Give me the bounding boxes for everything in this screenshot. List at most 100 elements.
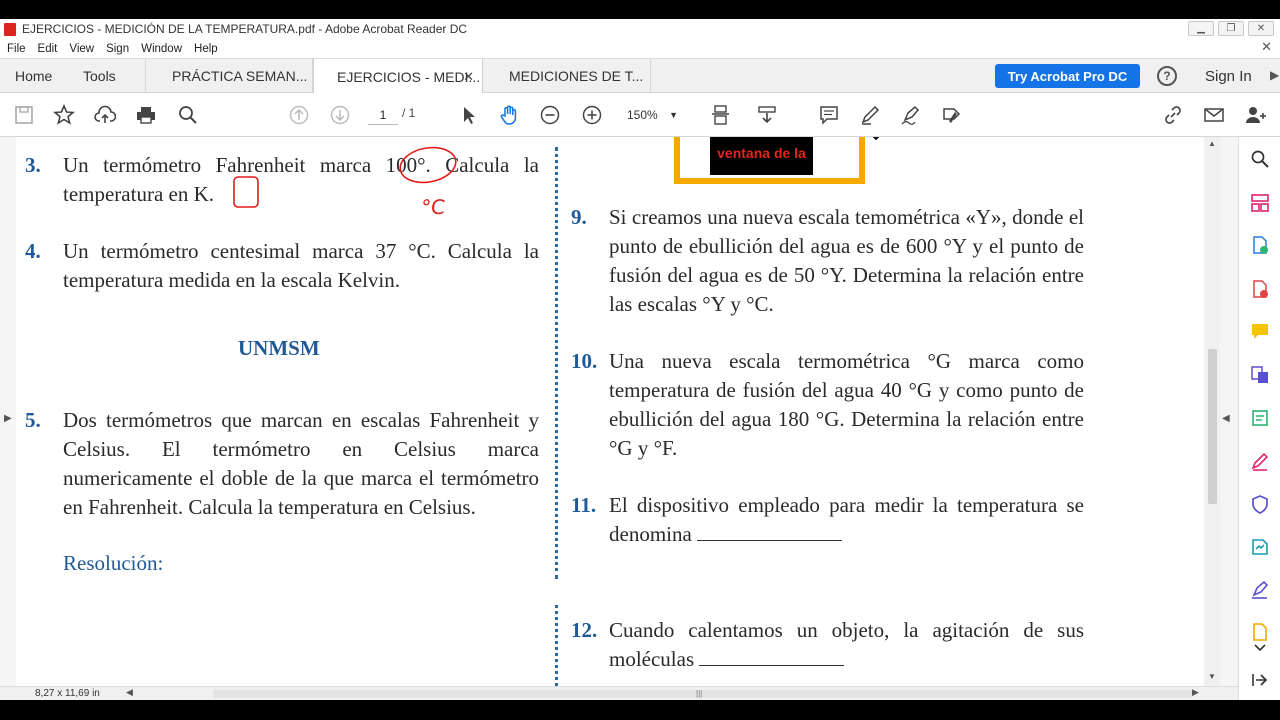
column-divider (555, 147, 558, 579)
scroll-thumb[interactable] (1208, 349, 1217, 504)
select-cursor-icon[interactable] (456, 103, 480, 127)
upload-cloud-icon[interactable] (93, 103, 117, 127)
tab-ejercicios[interactable]: EJERCICIOS - MEDI... ✕ (313, 59, 483, 94)
page-total: / 1 (402, 106, 416, 120)
save-icon[interactable] (12, 103, 36, 127)
menu-help[interactable]: Help (194, 43, 218, 55)
chevron-down-icon[interactable] (1249, 637, 1271, 659)
next-page-icon[interactable] (328, 103, 352, 127)
search-zoom-icon[interactable] (176, 103, 200, 127)
answer-blank (697, 523, 843, 541)
organize-pages-icon[interactable] (1249, 192, 1271, 214)
menu-view[interactable]: View (69, 43, 94, 55)
right-tools-panel (1238, 137, 1280, 700)
question-4: 4. Un termómetro centesimal marca 37 °C.… (25, 237, 539, 295)
optimize-pdf-icon[interactable] (1249, 536, 1271, 558)
comment-tool-icon[interactable] (1249, 320, 1271, 342)
question-number: 11. (571, 493, 597, 517)
export-pdf-icon[interactable] (1249, 278, 1271, 300)
page-size: 8,27 x 11,69 in (35, 688, 100, 699)
add-user-icon[interactable] (1243, 103, 1267, 127)
close-document-icon[interactable]: ✕ (1261, 39, 1272, 55)
print-icon[interactable] (134, 103, 158, 127)
question-number: 4. (25, 239, 41, 263)
tab-bar: Home Tools PRÁCTICA SEMAN... EJERCICIOS … (0, 58, 1280, 94)
question-text: Cuando calentamos un objeto, la agitació… (609, 616, 1084, 674)
combine-files-icon[interactable] (1249, 364, 1271, 386)
tab-scroll-right-icon[interactable]: ▶ (1270, 68, 1279, 82)
try-acrobat-pro-button[interactable]: Try Acrobat Pro DC (995, 64, 1140, 88)
chevron-down-icon: ▼ (669, 110, 678, 120)
toolbar: 1 / 1 150% ▼ (0, 93, 1280, 137)
fill-sign-icon[interactable] (940, 103, 964, 127)
tab-tools[interactable]: Tools (83, 59, 116, 93)
question-11: 11. El dispositivo empleado para medir l… (571, 491, 1084, 549)
left-panel-toggle[interactable]: ▶ (0, 137, 16, 686)
question-text-content: Cuando calentamos un objeto, la agitació… (609, 618, 1084, 671)
collapse-panel-icon[interactable] (1249, 669, 1271, 691)
page-number-input[interactable]: 1 (368, 105, 398, 125)
menu-window[interactable]: Window (141, 43, 182, 55)
title-bar: EJERCICIOS - MEDICIÓN DE LA TEMPERATURA.… (0, 19, 1280, 39)
status-bar: 8,27 x 11,69 in ◀ ||| ▶ (0, 686, 1238, 700)
tab-practica[interactable]: PRÁCTICA SEMAN... (145, 59, 313, 93)
tab-label: PRÁCTICA SEMAN... (172, 68, 308, 84)
question-text: El dispositivo empleado para medir la te… (609, 491, 1084, 549)
document-viewer[interactable]: ▶ 3. Un termómetro Fahrenheit marca 100°… (0, 137, 1238, 686)
protect-shield-icon[interactable] (1249, 493, 1271, 515)
question-number: 12. (571, 618, 598, 642)
hand-tool-icon[interactable] (497, 103, 521, 127)
collapse-right-panel-icon[interactable]: ◀ (1222, 413, 1230, 424)
previous-page-icon[interactable] (287, 103, 311, 127)
question-text: Si creamos una nueva escala temométrica … (609, 205, 1084, 316)
expand-left-panel-icon[interactable]: ▶ (4, 413, 12, 424)
tab-mediciones[interactable]: MEDICIONES DE T... (483, 59, 651, 93)
banner-line: ventana de la (717, 145, 806, 161)
comment-icon[interactable] (817, 103, 841, 127)
scroll-right-icon[interactable]: ▶ (1192, 687, 1199, 698)
question-text-content: El dispositivo empleado para medir la te… (609, 493, 1084, 546)
send-signature-icon[interactable] (1249, 579, 1271, 601)
share-link-icon[interactable] (1161, 103, 1185, 127)
question-text: Dos termómetros que marcan en escalas Fa… (63, 408, 539, 519)
banner-text: ventana de la (710, 137, 813, 175)
close-window-button[interactable]: ✕ (1248, 21, 1274, 36)
horizontal-scrollbar[interactable]: ||| (213, 690, 1193, 698)
fill-form-icon[interactable] (1249, 407, 1271, 429)
maximize-button[interactable]: ❐ (1218, 21, 1244, 36)
scroll-grip-icon[interactable]: ||| (696, 690, 702, 698)
scroll-down-icon[interactable]: ▼ (1208, 672, 1216, 681)
column-divider (555, 605, 558, 686)
highlight-pen-icon[interactable] (858, 103, 882, 127)
search-tools-icon[interactable] (1249, 148, 1271, 170)
zoom-out-icon[interactable] (538, 103, 562, 127)
zoom-level-select[interactable]: 150% ▼ (616, 105, 684, 125)
question-text: Un termómetro centesimal marca 37 °C. Ca… (63, 239, 539, 292)
overlay-banner: ventana de la (674, 137, 865, 184)
bookmark-star-icon[interactable] (52, 103, 76, 127)
help-icon[interactable]: ? (1157, 66, 1177, 86)
zoom-in-icon[interactable] (580, 103, 604, 127)
fit-page-icon[interactable] (706, 103, 736, 127)
tab-home[interactable]: Home (15, 59, 52, 93)
section-heading: UNMSM (238, 336, 320, 360)
question-10: 10. Una nueva escala termométrica °G mar… (571, 347, 1084, 463)
sign-pen-icon[interactable] (899, 103, 923, 127)
menu-edit[interactable]: Edit (38, 43, 58, 55)
window-title: EJERCICIOS - MEDICIÓN DE LA TEMPERATURA.… (22, 22, 468, 36)
menu-sign[interactable]: Sign (106, 43, 129, 55)
question-12: 12. Cuando calentamos un objeto, la agit… (571, 616, 1084, 674)
create-pdf-icon[interactable] (1249, 234, 1271, 256)
close-tab-icon[interactable]: ✕ (463, 69, 474, 85)
pdf-file-icon (4, 22, 16, 36)
sign-in-link[interactable]: Sign In (1205, 68, 1252, 85)
email-icon[interactable] (1202, 103, 1226, 127)
scroll-up-icon[interactable]: ▲ (1208, 139, 1216, 148)
annotation-celsius: °C (419, 195, 447, 219)
scroll-mode-icon[interactable] (755, 103, 779, 127)
minimize-button[interactable]: ▁ (1188, 21, 1214, 36)
edit-pdf-icon[interactable] (1249, 450, 1271, 472)
vertical-scrollbar[interactable]: ▲ ▼ (1204, 137, 1220, 686)
scroll-left-icon[interactable]: ◀ (126, 687, 133, 698)
menu-file[interactable]: File (7, 43, 26, 55)
